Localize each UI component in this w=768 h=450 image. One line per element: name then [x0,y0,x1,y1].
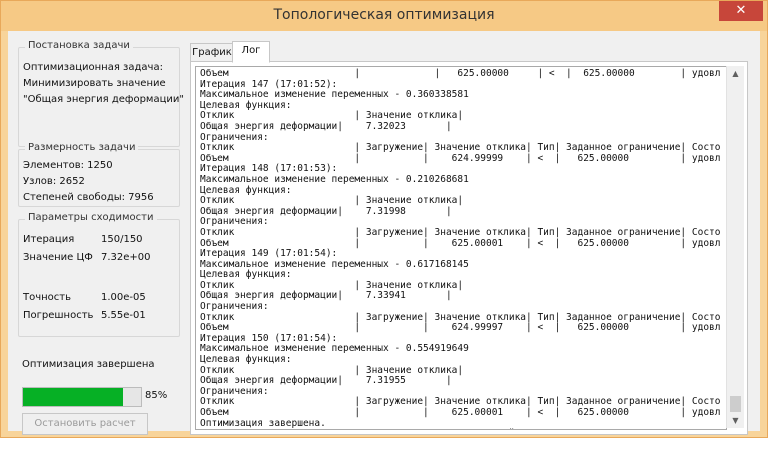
iteration-label: Итерация [23,234,75,245]
scroll-thumb[interactable] [730,396,741,412]
progress-bar [22,387,142,407]
task-line-2: Минимизировать значение [23,78,166,89]
cf-value: 7.32e+00 [101,252,151,263]
status-text: Оптимизация завершена [22,359,155,370]
close-button[interactable]: ✕ [719,1,763,21]
accuracy-value: 1.00e-05 [101,292,146,303]
window-title: Топологическая оптимизация [273,7,495,23]
convergence-group: Параметры сходимости Итерация 150/150 Зн… [18,212,180,337]
log-scrollbar[interactable]: ▲ ▼ [726,66,744,428]
elements-count: Элементов: 1250 [23,160,113,171]
error-value: 5.55e-01 [101,310,146,321]
tab-log[interactable]: Лог [232,41,270,63]
scroll-up-arrow-icon[interactable]: ▲ [727,66,744,81]
log-output[interactable]: Объем | | 625.00000 | < | 625.00000 | уд… [195,66,727,430]
title-bar[interactable]: Топологическая оптимизация ✕ [1,1,767,31]
stop-calculation-button[interactable]: Остановить расчет [22,413,148,435]
cf-label: Значение ЦФ [23,252,93,263]
error-label: Погрешность [23,310,94,321]
client-area: Постановка задачи Оптимизационная задача… [8,31,760,435]
scroll-down-arrow-icon[interactable]: ▼ [727,413,744,428]
convergence-group-label: Параметры сходимости [25,212,157,223]
task-line-3: "Общая энергия деформации" [23,94,185,105]
task-group-label: Постановка задачи [25,40,133,51]
tab-panel-log: Объем | | 625.00000 | < | 625.00000 | уд… [190,61,748,435]
accuracy-label: Точность [23,292,72,303]
iteration-value: 150/150 [101,234,143,245]
optimization-window: Топологическая оптимизация ✕ Постановка … [0,0,768,438]
task-group: Постановка задачи Оптимизационная задача… [18,40,184,147]
log-text: Объем | | 625.00000 | < | 625.00000 | уд… [200,68,721,429]
progress-fill [23,388,124,406]
dimension-group: Размерность задачи Элементов: 1250 Узлов… [18,142,180,207]
nodes-count: Узлов: 2652 [23,176,85,187]
progress-percent: 85% [145,390,168,401]
dof-count: Степеней свободы: 7956 [23,192,154,203]
task-line-1: Оптимизационная задача: [23,62,163,73]
tab-graph[interactable]: График [190,43,234,63]
dimension-group-label: Размерность задачи [25,142,139,153]
